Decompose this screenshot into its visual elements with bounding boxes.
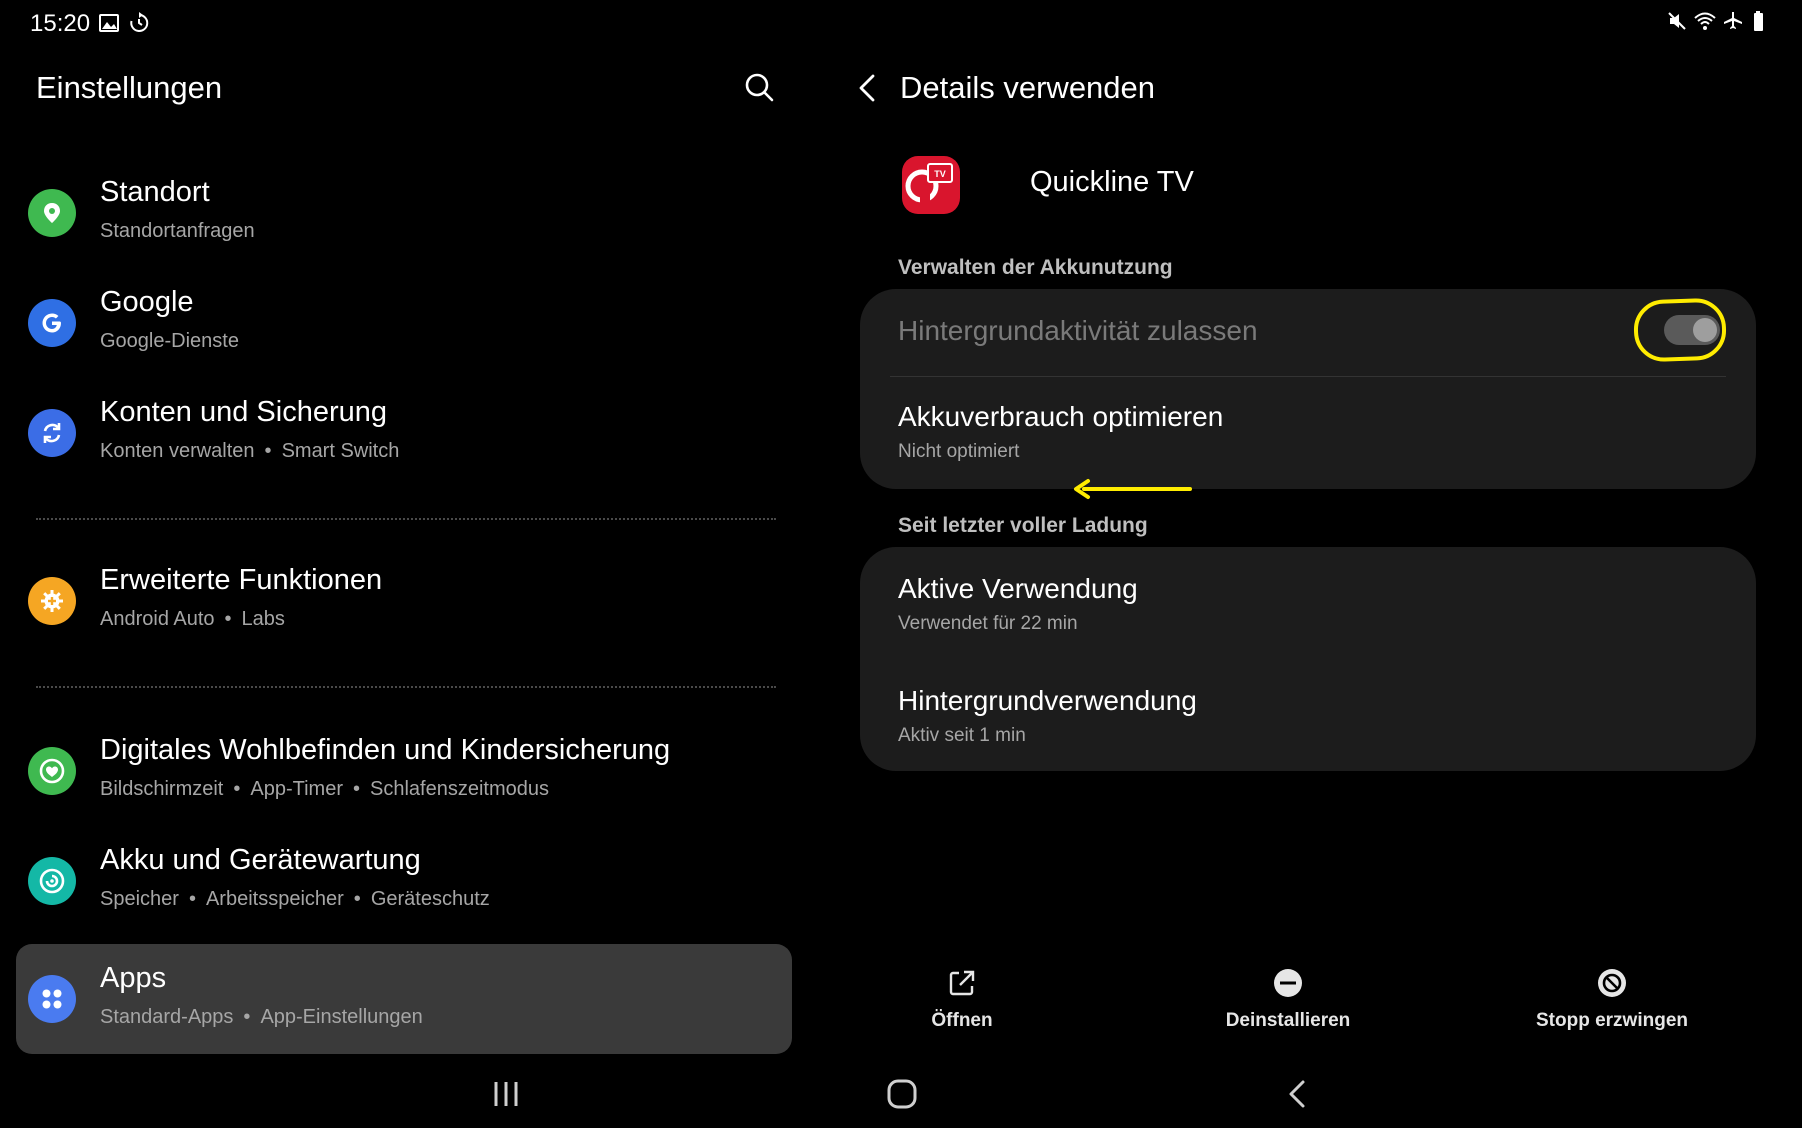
airplane-icon	[1724, 12, 1742, 29]
menu-subtitle: Konten verwalten • Smart Switch	[100, 440, 400, 462]
active-usage-label: Aktive Verwendung	[898, 573, 1138, 604]
menu-subtitle: Google-Dienste	[100, 330, 239, 352]
background-activity-row: Hintergrundaktivität zulassen	[898, 315, 1726, 375]
google-icon	[28, 299, 76, 347]
settings-item-advanced-features[interactable]: Erweiterte Funktionen Android Auto • Labs	[16, 546, 792, 656]
image-icon	[99, 14, 119, 32]
settings-item-google[interactable]: Google Google-Dienste	[16, 268, 792, 378]
menu-title: Digitales Wohlbefinden und Kindersicheru…	[100, 734, 671, 766]
open-external-icon	[949, 970, 975, 996]
back-arrow-icon[interactable]	[848, 68, 888, 108]
home-icon[interactable]	[880, 1074, 924, 1114]
optimize-battery-row[interactable]: Akkuverbrauch optimieren Nicht optimiert	[898, 401, 1726, 499]
open-button[interactable]: Öffnen	[852, 966, 1072, 1032]
wifi-icon	[1694, 12, 1716, 30]
recents-icon[interactable]	[484, 1074, 528, 1114]
menu-subtitle: Standard-Apps • App-Einstellungen	[100, 1006, 423, 1028]
status-bar: 15:20	[0, 0, 1802, 46]
navigation-bar	[0, 1062, 1802, 1128]
menu-title: Akku und Gerätewartung	[100, 844, 421, 876]
menu-title: Apps	[100, 962, 167, 994]
force-stop-button[interactable]: Stopp erzwingen	[1502, 966, 1722, 1032]
settings-item-apps[interactable]: Apps Standard-Apps • App-Einstellungen	[16, 944, 792, 1054]
search-icon[interactable]	[740, 68, 780, 108]
menu-subtitle: Bildschirmzeit • App-Timer • Schlafenszeitmo…	[100, 778, 549, 800]
page-title: Details verwenden	[900, 70, 1156, 105]
active-usage-row[interactable]: Aktive Verwendung Verwendet für 22 min	[898, 573, 1726, 643]
stop-circle-icon	[1598, 969, 1626, 997]
arrow-annotation	[1074, 479, 1192, 499]
optimize-battery-label: Akkuverbrauch optimieren	[898, 401, 1224, 432]
battery-management-card: Hintergrundaktivität zulassen Akkuverbra…	[860, 289, 1756, 499]
section-divider	[36, 518, 776, 520]
menu-subtitle: Standortanfragen	[100, 220, 255, 242]
active-usage-value: Verwendet für 22 min	[898, 613, 1078, 634]
screen: 15:20 Einstellungen Standort Standortanf…	[0, 0, 1802, 1128]
background-activity-label: Hintergrundaktivität zulassen	[898, 315, 1258, 346]
open-label: Öffnen	[931, 1010, 993, 1031]
settings-item-battery-device-care[interactable]: Akku und Gerätewartung Speicher • Arbeitss…	[16, 826, 792, 936]
location-icon	[28, 189, 76, 237]
optimize-battery-status: Nicht optimiert	[898, 441, 1020, 462]
apps-grid-icon	[28, 975, 76, 1023]
card-separator	[890, 376, 1726, 377]
sync-icon	[28, 409, 76, 457]
sync-icon	[130, 12, 149, 32]
menu-title: Google	[100, 286, 194, 318]
menu-subtitle: Speicher • Arbeitsspeicher • Geräteschutz	[100, 888, 490, 910]
force-stop-label: Stopp erzwingen	[1536, 1010, 1688, 1031]
minus-circle-icon	[1274, 969, 1302, 997]
usage-details-panel: Details verwenden TV Quickline TV Verwal…	[830, 46, 1802, 1062]
menu-title: Erweiterte Funktionen	[100, 564, 383, 596]
device-care-icon	[28, 857, 76, 905]
section-divider	[36, 686, 776, 688]
battery-icon	[1754, 11, 1763, 31]
background-usage-row[interactable]: Hintergrundverwendung Aktiv seit 1 min	[898, 685, 1726, 755]
mute-icon	[1668, 12, 1686, 30]
settings-item-digital-wellbeing[interactable]: Digitales Wohlbefinden und Kindersicheru…	[16, 716, 792, 826]
menu-subtitle: Android Auto • Labs	[100, 608, 285, 630]
usage-card: Aktive Verwendung Verwendet für 22 min H…	[860, 547, 1756, 771]
uninstall-label: Deinstallieren	[1225, 1010, 1351, 1031]
quickline-app-icon: TV	[902, 156, 960, 214]
highlight-annotation	[1632, 297, 1728, 363]
settings-item-location[interactable]: Standort Standortanfragen	[16, 158, 792, 268]
svg-text:TV: TV	[934, 169, 946, 179]
background-usage-label: Hintergrundverwendung	[898, 685, 1197, 716]
status-time: 15:20	[30, 10, 91, 37]
section-label-battery: Verwalten der Akkunutzung	[898, 256, 1173, 279]
heart-circle-icon	[28, 747, 76, 795]
back-icon[interactable]	[1276, 1074, 1320, 1114]
gear-plus-icon	[28, 577, 76, 625]
menu-title: Standort	[100, 176, 210, 208]
settings-panel: Einstellungen Standort Standortanfragen …	[0, 46, 810, 1062]
background-usage-value: Aktiv seit 1 min	[898, 725, 1026, 746]
menu-title: Konten und Sicherung	[100, 396, 387, 428]
settings-title: Einstellungen	[36, 70, 223, 105]
section-label-since-charge: Seit letzter voller Ladung	[898, 514, 1148, 537]
settings-item-accounts-backup[interactable]: Konten und Sicherung Konten verwalten • Sm…	[16, 378, 792, 488]
app-name: Quickline TV	[1030, 166, 1194, 198]
uninstall-button[interactable]: Deinstallieren	[1178, 966, 1398, 1032]
